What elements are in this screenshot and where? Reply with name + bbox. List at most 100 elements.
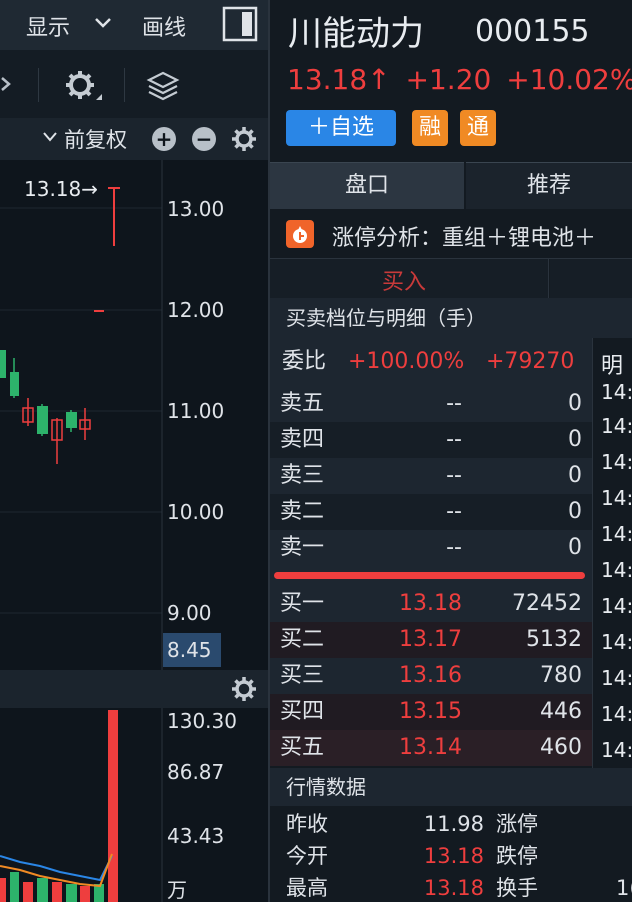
- buy-row[interactable]: 买一 13.18 72452: [270, 586, 592, 622]
- market-value: 13.18: [423, 876, 484, 900]
- order-level-label: 卖三: [280, 463, 325, 488]
- market-row: 今开 13.18 跌停: [270, 840, 632, 872]
- tab-recommend[interactable]: 推荐: [466, 162, 632, 209]
- market-key: 涨停: [496, 812, 538, 836]
- order-volume: 0: [568, 499, 582, 524]
- order-level-label: 买一: [280, 591, 325, 616]
- order-price: 13.18: [399, 591, 462, 616]
- volume-axis-tick: 130.30: [167, 709, 237, 733]
- adjust-mode-label[interactable]: 前复权: [64, 124, 127, 154]
- layers-icon[interactable]: [146, 70, 180, 102]
- fire-icon: [286, 220, 314, 248]
- price-axis-tick: 13.00: [167, 197, 225, 221]
- buy-row[interactable]: 买四 13.15 446: [270, 694, 592, 730]
- volume-panel-header: [0, 670, 268, 708]
- detail-time: 14:: [601, 414, 632, 438]
- market-row: 昨收 11.98 涨停: [270, 808, 632, 840]
- price-axis-tick: 12.00: [167, 298, 225, 322]
- trade-tabs: 买入: [270, 258, 632, 300]
- panel-toggle-icon[interactable]: [222, 6, 258, 42]
- order-price: 13.17: [399, 627, 462, 652]
- candlestick-area[interactable]: 13.18→ 13.00 12.00 11.00 10.00 9.00 8.45: [0, 160, 268, 670]
- buy-row[interactable]: 买五 13.14 460: [270, 730, 592, 766]
- price-change-pct: +10.02%: [506, 63, 632, 96]
- order-level-label: 买五: [280, 735, 325, 760]
- draw-line-button[interactable]: 画线: [142, 10, 186, 42]
- order-level-label: 卖一: [280, 535, 325, 560]
- order-volume: 446: [540, 699, 582, 724]
- chevron-down-icon[interactable]: [42, 131, 58, 143]
- display-menu-label[interactable]: 显示: [26, 10, 70, 42]
- volume-axis-tick: 43.43: [167, 824, 225, 848]
- zoom-out-icon[interactable]: −: [192, 127, 216, 151]
- order-volume: 0: [568, 463, 582, 488]
- order-book-title: 买卖档位与明细（手）: [286, 306, 486, 330]
- volume-axis-unit: 万: [167, 878, 187, 902]
- detail-time: 14:: [601, 558, 632, 582]
- order-volume: 72452: [512, 591, 582, 616]
- order-level-label: 卖五: [280, 391, 325, 416]
- detail-time: 14:: [601, 630, 632, 654]
- quote-pane: 川能动力 000155 13.18↑ +1.20 +10.02% ＋自选 融 通…: [270, 0, 632, 902]
- market-key: 换手: [496, 876, 538, 900]
- detail-time: 14:: [601, 450, 632, 474]
- market-data-title: 行情数据: [286, 775, 366, 799]
- market-value: 13.18: [423, 844, 484, 868]
- stock-connect-badge[interactable]: 通: [460, 110, 496, 146]
- gear-icon[interactable]: [230, 125, 258, 153]
- order-price: --: [446, 391, 462, 416]
- tab-order-book[interactable]: 盘口: [270, 162, 464, 209]
- detail-time: 14:: [601, 522, 632, 546]
- add-to-watchlist-button[interactable]: ＋自选: [286, 110, 396, 146]
- sell-row[interactable]: 卖二 -- 0: [270, 494, 592, 530]
- candlestick-svg: [0, 160, 163, 670]
- stock-code: 000155: [475, 14, 590, 49]
- chevron-down-icon[interactable]: [94, 16, 112, 30]
- margin-trading-badge[interactable]: 融: [412, 110, 448, 146]
- order-price: 13.16: [399, 663, 462, 688]
- zoom-in-icon[interactable]: +: [152, 127, 176, 151]
- sell-row[interactable]: 卖四 -- 0: [270, 422, 592, 458]
- divider: [38, 68, 39, 102]
- ratio-pct: +100.00%: [348, 349, 465, 374]
- arrow-right-icon[interactable]: [0, 76, 12, 92]
- ratio-diff: +79270: [486, 349, 575, 374]
- order-level-label: 卖二: [280, 499, 325, 524]
- market-key: 昨收: [286, 812, 328, 836]
- market-value: 11.98: [423, 812, 484, 836]
- buy-row[interactable]: 买三 13.16 780: [270, 658, 592, 694]
- trade-detail-column[interactable]: 明 14: 14: 14: 14: 14: 14: 14: 14: 14: 14…: [592, 338, 632, 768]
- sell-row[interactable]: 卖一 -- 0: [270, 530, 592, 566]
- detail-time: 14:: [601, 666, 632, 690]
- gear-icon[interactable]: [230, 675, 258, 703]
- detail-header: 明: [601, 354, 624, 379]
- order-level-label: 卖四: [280, 427, 325, 452]
- order-price: --: [446, 499, 462, 524]
- price-axis-tick: 9.00: [167, 601, 212, 625]
- buy-row[interactable]: 买二 13.17 5132: [270, 622, 592, 658]
- divider: [124, 68, 125, 102]
- detail-time: 14:: [601, 738, 632, 762]
- sell-row[interactable]: 卖五 -- 0: [270, 386, 592, 422]
- limit-up-analysis-text: 涨停分析：重组＋锂电池＋: [332, 226, 597, 251]
- order-volume: 0: [568, 391, 582, 416]
- order-volume: 780: [540, 663, 582, 688]
- sell-tab[interactable]: [550, 258, 632, 300]
- last-price-marker: 13.18→: [24, 177, 99, 201]
- order-level-label: 买三: [280, 663, 325, 688]
- ratio-label: 委比: [282, 349, 327, 374]
- buy-tab[interactable]: 买入: [382, 264, 426, 296]
- kline-chart-pane[interactable]: 显示 画线 前复权 + − 13.18→ 13.00 12.00 11.00 1…: [0, 0, 268, 902]
- detail-time: 14:: [601, 594, 632, 618]
- sell-row[interactable]: 卖三 -- 0: [270, 458, 592, 494]
- adjust-toolbar: 前复权 + −: [0, 118, 268, 160]
- gear-icon[interactable]: [64, 68, 104, 104]
- price-line: 13.18↑ +1.20 +10.02%: [287, 63, 632, 96]
- market-row: 最高 13.18 换手 1(: [270, 872, 632, 902]
- chart-secondary-toolbar: [0, 50, 268, 119]
- limit-up-analysis-bar[interactable]: 涨停分析：重组＋锂电池＋: [270, 210, 632, 259]
- detail-time: 14:: [601, 380, 632, 404]
- price-axis-tick: 10.00: [167, 500, 225, 524]
- volume-chart-area[interactable]: 130.30 86.87 43.43 万: [0, 708, 268, 902]
- market-data-title-bar: 行情数据: [270, 768, 632, 806]
